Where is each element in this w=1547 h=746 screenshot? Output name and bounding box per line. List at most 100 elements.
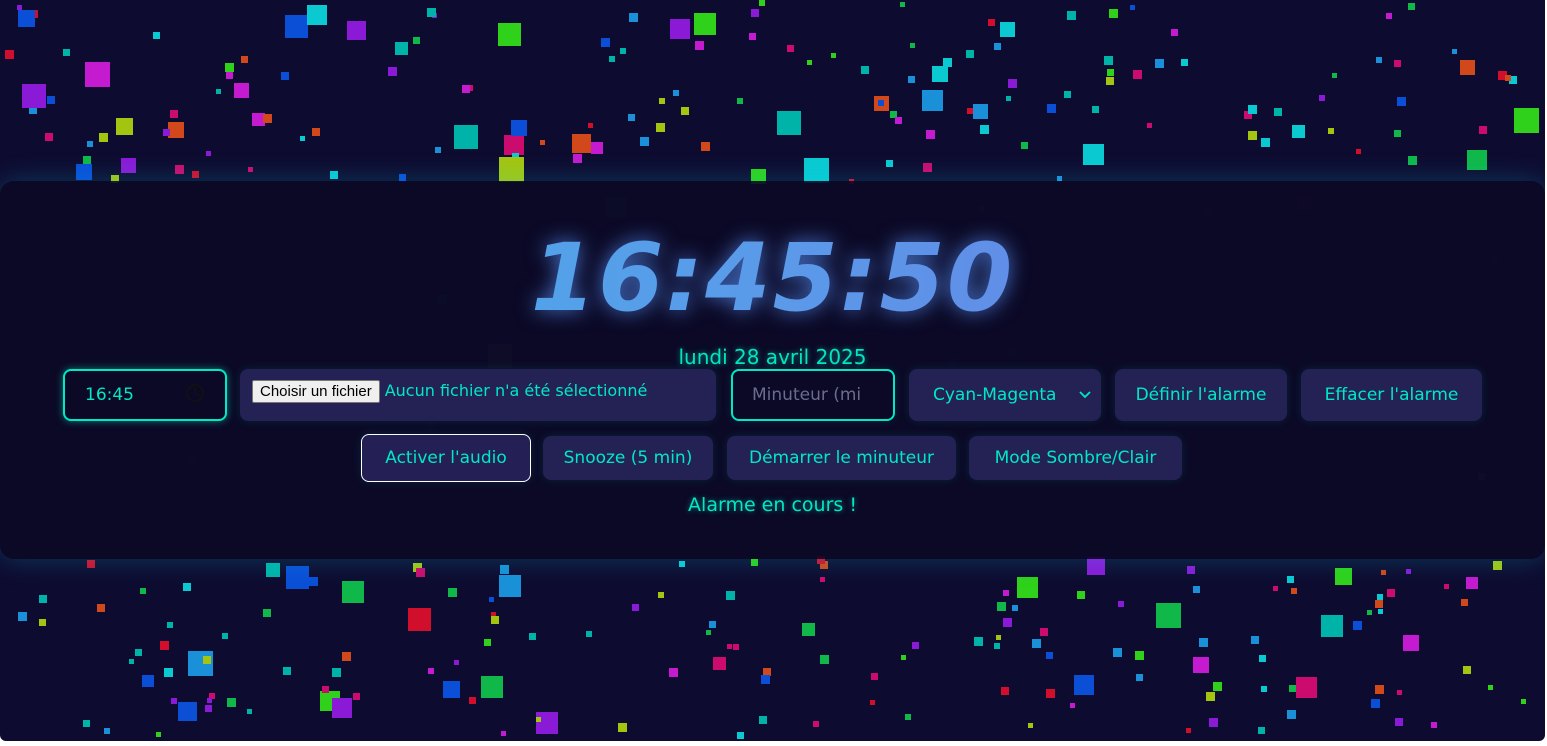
- confetti-square: [263, 609, 271, 617]
- confetti-square: [536, 712, 558, 734]
- confetti-square: [640, 137, 649, 146]
- alarm-time-input[interactable]: 16:45: [63, 369, 227, 421]
- confetti-square: [156, 732, 161, 737]
- confetti-square: [1408, 156, 1417, 165]
- confetti-square: [168, 122, 184, 138]
- confetti-square: [1017, 577, 1038, 598]
- confetti-square: [399, 174, 406, 181]
- confetti-square: [234, 83, 249, 98]
- confetti-square: [226, 72, 233, 79]
- confetti-square: [163, 129, 170, 136]
- confetti-square: [1248, 131, 1257, 140]
- confetti-square: [1130, 5, 1135, 10]
- confetti-square: [1104, 56, 1113, 65]
- confetti-square: [1021, 142, 1028, 149]
- dark-light-mode-button[interactable]: Mode Sombre/Clair: [969, 436, 1182, 480]
- confetti-square: [1028, 723, 1033, 728]
- confetti-square: [536, 717, 541, 722]
- confetti-square: [504, 135, 524, 155]
- confetti-square: [1213, 682, 1222, 691]
- confetti-square: [1371, 699, 1380, 708]
- confetti-square: [1251, 636, 1259, 644]
- confetti-square: [192, 171, 199, 178]
- confetti-square: [309, 577, 318, 586]
- digital-clock: 16:45:50: [0, 226, 1545, 332]
- confetti-square: [435, 147, 441, 153]
- confetti-square: [973, 104, 988, 119]
- confetti-square: [1046, 689, 1055, 698]
- confetti-square: [307, 5, 327, 25]
- confetti-square: [673, 90, 679, 96]
- confetti-square: [701, 142, 710, 151]
- confetti-square: [18, 612, 27, 621]
- confetti-square: [1193, 657, 1209, 673]
- theme-select[interactable]: Cyan-Magenta: [909, 369, 1101, 421]
- confetti-square: [39, 595, 47, 603]
- confetti-square: [160, 641, 169, 650]
- theme-selected-value: Cyan-Magenta: [933, 385, 1057, 405]
- confetti-square: [1261, 138, 1270, 147]
- confetti-square: [1514, 108, 1539, 133]
- confetti-square: [632, 604, 639, 611]
- timer-minutes-input[interactable]: Minuteur (mi: [731, 369, 895, 421]
- confetti-square: [1431, 722, 1437, 728]
- activate-audio-button[interactable]: Activer l'audio: [361, 434, 531, 482]
- confetti-square: [140, 588, 146, 594]
- confetti-square: [1375, 685, 1384, 694]
- start-timer-button[interactable]: Démarrer le minuteur: [727, 436, 956, 480]
- confetti-square: [572, 134, 591, 153]
- confetti-square: [87, 141, 93, 147]
- confetti-square: [1001, 687, 1009, 695]
- confetti-square: [1109, 9, 1118, 18]
- confetti-square: [807, 60, 812, 65]
- confetti-square: [1287, 576, 1294, 583]
- confetti-square: [1074, 675, 1094, 695]
- confetti-square: [1064, 91, 1071, 98]
- confetti-square: [1505, 75, 1511, 81]
- clear-alarm-button[interactable]: Effacer l'alarme: [1301, 369, 1482, 421]
- confetti-square: [248, 167, 253, 172]
- confetti-square: [713, 657, 726, 670]
- confetti-square: [1375, 600, 1383, 608]
- confetti-square: [997, 602, 1006, 611]
- confetti-square: [501, 731, 506, 736]
- confetti-square: [116, 118, 133, 135]
- confetti-square: [727, 644, 732, 649]
- clock-icon[interactable]: [185, 383, 205, 408]
- confetti-square: [285, 15, 308, 38]
- confetti-square: [22, 84, 46, 108]
- timer-placeholder: Minuteur (mi: [752, 385, 862, 405]
- confetti-square: [905, 714, 911, 720]
- confetti-square: [1133, 70, 1142, 79]
- confetti-square: [1067, 11, 1076, 20]
- choose-file-button[interactable]: Choisir un fichier: [252, 380, 380, 403]
- confetti-square: [1466, 577, 1478, 589]
- alarm-status-message: Alarme en cours !: [688, 494, 857, 516]
- confetti-square: [1387, 589, 1395, 597]
- snooze-button[interactable]: Snooze (5 min): [543, 436, 713, 480]
- confetti-square: [737, 98, 743, 104]
- confetti-square: [1332, 73, 1337, 78]
- confetti-square: [99, 133, 108, 142]
- confetti-square: [733, 644, 739, 650]
- confetti-square: [283, 667, 291, 675]
- confetti-square: [1118, 601, 1124, 607]
- confetti-square: [926, 130, 935, 139]
- set-alarm-button[interactable]: Définir l'alarme: [1115, 369, 1287, 421]
- confetti-square: [63, 49, 70, 56]
- confetti-square: [1521, 699, 1526, 704]
- confetti-square: [802, 623, 815, 636]
- confetti-square: [135, 649, 142, 656]
- confetti-square: [247, 709, 252, 714]
- confetti-square: [861, 66, 869, 74]
- confetti-square: [1296, 677, 1317, 698]
- confetti-square: [484, 639, 491, 646]
- confetti-square: [322, 686, 329, 693]
- confetti-square: [1012, 605, 1018, 611]
- audio-file-input[interactable]: Choisir un fichier Aucun fichier n'a été…: [240, 369, 716, 421]
- confetti-square: [932, 66, 948, 82]
- confetti-square: [266, 563, 280, 577]
- confetti-square: [1046, 652, 1053, 659]
- confetti-square: [281, 72, 289, 80]
- confetti-square: [1386, 13, 1392, 19]
